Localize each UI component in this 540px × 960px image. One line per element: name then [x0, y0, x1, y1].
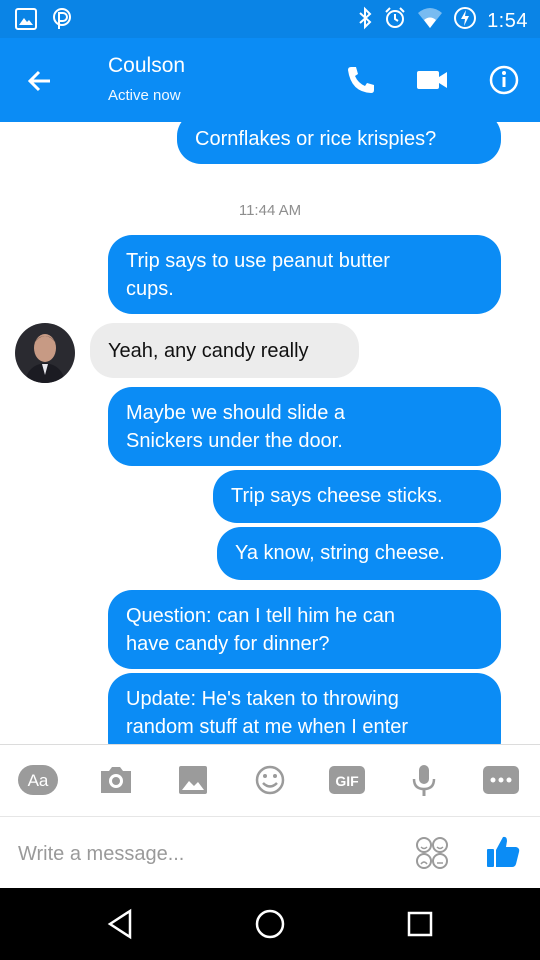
alarm-icon [383, 6, 407, 36]
emoji-icon[interactable] [250, 763, 290, 797]
message-bubble[interactable]: Update: He's taken to throwing random st… [108, 673, 501, 744]
video-call-icon[interactable] [414, 62, 450, 98]
svg-text:Aa: Aa [28, 771, 49, 790]
gallery-notification-icon [14, 7, 38, 36]
battery-charging-icon [453, 6, 477, 36]
status-bar: 1:54 [0, 0, 540, 38]
bluetooth-icon [357, 6, 373, 36]
gif-icon[interactable]: GIF [327, 763, 367, 797]
wifi-icon [417, 7, 443, 35]
composer-toolbar: Aa GIF [0, 744, 540, 817]
svg-text:GIF: GIF [335, 773, 359, 789]
more-icon[interactable] [481, 763, 521, 797]
message-bubble[interactable]: Ya know, string cheese. [217, 527, 501, 580]
message-bubble[interactable]: Question: can I tell him he can have can… [108, 590, 501, 669]
message-timestamp: 11:44 AM [238, 202, 302, 219]
info-icon[interactable] [486, 62, 522, 98]
microphone-icon[interactable] [404, 763, 444, 797]
home-nav-icon[interactable] [252, 906, 288, 942]
conversation-header: Coulson Active now [0, 38, 540, 122]
back-arrow-icon[interactable] [22, 64, 58, 98]
message-bubble[interactable]: Cornflakes or rice krispies? [177, 122, 501, 164]
image-icon[interactable] [173, 763, 213, 797]
system-navigation-bar [0, 888, 540, 960]
stickers-icon[interactable] [414, 835, 450, 871]
thumbs-up-icon[interactable] [484, 833, 522, 871]
status-time: 1:54 [487, 9, 528, 32]
message-list[interactable]: Cornflakes or rice krispies? 11:44 AM Tr… [0, 122, 540, 744]
message-bubble-incoming[interactable]: Yeah, any candy really [90, 323, 359, 378]
message-bubble[interactable]: Trip says to use peanut butter cups. [108, 235, 501, 314]
message-bubble[interactable]: Maybe we should slide a Snickers under t… [108, 387, 501, 466]
back-nav-icon[interactable] [102, 906, 138, 942]
phone-call-icon[interactable] [343, 62, 379, 98]
contact-status: Active now [108, 87, 181, 104]
message-bubble[interactable]: Trip says cheese sticks. [213, 470, 501, 523]
camera-icon[interactable] [96, 763, 136, 797]
avatar[interactable] [15, 323, 75, 383]
contact-name[interactable]: Coulson [108, 54, 185, 78]
parking-notification-icon [50, 7, 74, 36]
text-format-icon[interactable]: Aa [18, 763, 58, 797]
message-input[interactable] [16, 833, 390, 875]
message-input-row [0, 816, 540, 889]
recents-nav-icon[interactable] [402, 906, 438, 942]
